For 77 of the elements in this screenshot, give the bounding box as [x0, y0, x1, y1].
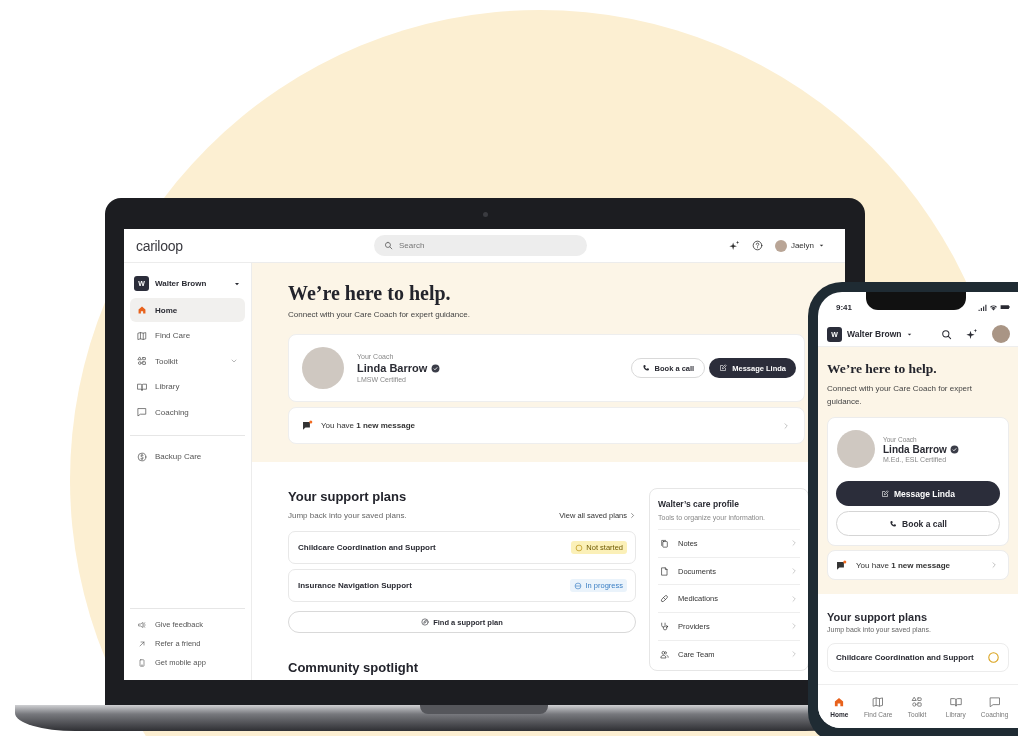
edit-icon — [719, 364, 728, 372]
coach-name: Linda Barrow — [883, 443, 947, 455]
chevron-icon — [790, 567, 798, 576]
section-title: Your support plans — [827, 610, 929, 624]
user-menu[interactable]: Jaelyn — [774, 239, 825, 252]
nav-item[interactable]: Toolkit — [130, 349, 245, 373]
pill-icon — [660, 594, 669, 604]
chevron-icon — [629, 512, 636, 519]
message-banner[interactable]: You have 1 new message — [288, 407, 805, 444]
message-button[interactable]: Message Linda — [836, 481, 1000, 506]
edit-icon — [881, 489, 890, 498]
hero-subtitle: Connect with your Care Coach for expert guidance. — [827, 383, 973, 408]
section-title: Your support plans — [288, 489, 408, 505]
sparkle-icon — [966, 328, 978, 340]
section-subtitle: Jump back into your saved plans. — [288, 510, 407, 521]
home-icon — [137, 305, 147, 315]
chevron-icon — [230, 357, 238, 365]
book-icon — [137, 381, 147, 392]
dollar-coin-icon — [137, 451, 147, 462]
chevron-icon — [790, 622, 798, 631]
chevron-icon — [782, 421, 790, 430]
page-title: We’re here to help. — [288, 281, 452, 305]
avatar-placeholder — [837, 430, 875, 468]
shapes-icon — [911, 695, 923, 708]
circle-icon — [575, 543, 584, 552]
nav-item[interactable]: Find Care — [130, 323, 245, 348]
chat-bubble-icon — [137, 407, 147, 417]
message-icon — [302, 420, 313, 431]
help-icon — [751, 240, 763, 251]
circle-icon — [987, 651, 1000, 664]
half-circle-icon — [574, 581, 583, 590]
home-icon — [833, 695, 846, 708]
chat-bubble-icon — [988, 695, 1001, 708]
phone-handset-icon — [641, 364, 650, 372]
document-icon — [660, 566, 669, 576]
compass-icon — [421, 618, 430, 626]
chevron-icon — [990, 561, 998, 569]
search-icon — [384, 241, 393, 250]
caret-icon — [818, 242, 825, 249]
phone-handset-icon — [889, 519, 898, 528]
nav-item[interactable]: Backup Care — [130, 444, 245, 469]
phone-icon — [138, 658, 146, 667]
avatar-placeholder[interactable] — [992, 325, 1010, 343]
book-icon — [949, 695, 962, 708]
search-field[interactable]: Search — [374, 235, 587, 256]
message-banner[interactable]: You have 1 new message — [827, 550, 1009, 580]
nav-item[interactable]: Library — [130, 374, 245, 399]
map-icon — [137, 330, 147, 341]
chevron-icon — [790, 650, 798, 659]
arrow-icon — [138, 639, 146, 648]
avatar-placeholder — [774, 239, 787, 252]
logo[interactable]: cariloop — [136, 237, 183, 254]
megaphone-icon — [138, 620, 146, 629]
signal-icon — [978, 302, 987, 312]
plan-card[interactable]: Childcare Coordination and Support — [827, 643, 1009, 672]
pages-icon — [660, 538, 669, 548]
battery-icon — [1000, 302, 1010, 312]
section-title: Community spotlight — [288, 660, 419, 676]
page-title: We’re here to help. — [827, 361, 938, 377]
search-icon — [941, 328, 952, 340]
sparkle-icon — [728, 240, 740, 251]
message-icon — [836, 559, 847, 571]
wifi-icon — [989, 302, 998, 312]
coach-name: Linda Barrow — [357, 362, 428, 374]
avatar-placeholder — [302, 347, 344, 389]
nav-item[interactable]: Coaching — [130, 400, 245, 424]
chevron-icon — [790, 594, 798, 603]
hero-subtitle: Connect with your Care Coach for expert guidance. — [288, 309, 471, 320]
call-button[interactable]: Book a call — [836, 511, 1000, 536]
card-title: Walter’s care profile — [658, 499, 740, 510]
chevron-icon — [790, 539, 798, 548]
status-time: 9:41 — [836, 302, 852, 312]
shapes-icon — [137, 356, 147, 366]
nav-item[interactable]: Home — [130, 298, 245, 322]
stethoscope-icon — [660, 621, 669, 631]
people-icon — [660, 649, 669, 659]
map-icon — [872, 695, 885, 708]
